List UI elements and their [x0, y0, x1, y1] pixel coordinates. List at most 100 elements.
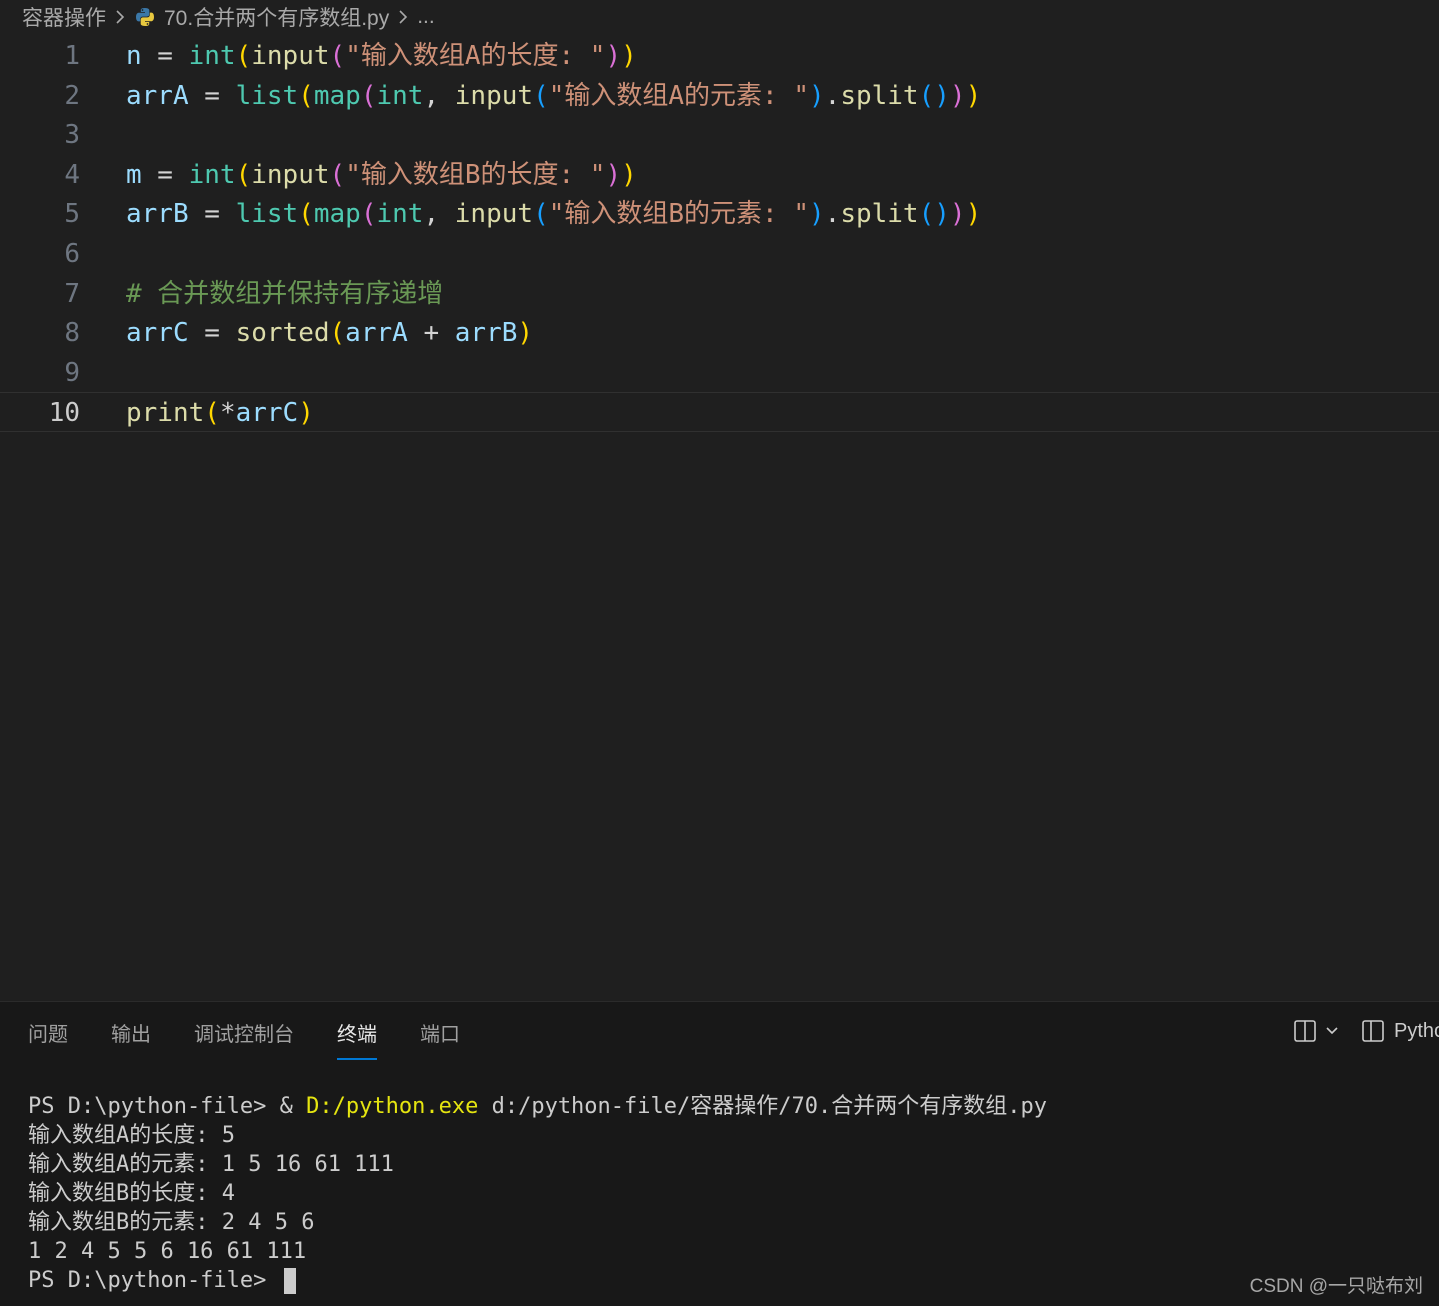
- terminal-cursor: [283, 1268, 296, 1294]
- code-token: (): [918, 199, 950, 230]
- tab-output[interactable]: 输出: [111, 1020, 151, 1058]
- line-number: 5: [64, 199, 80, 230]
- code-token: "输入数组B的元素: ": [548, 199, 809, 230]
- breadcrumb-file[interactable]: 70.合并两个有序数组.py: [164, 2, 389, 32]
- code-line[interactable]: 10 print(*arrC): [0, 392, 1439, 433]
- code-token: m: [126, 159, 142, 190]
- line-number: 9: [64, 357, 80, 388]
- panel-actions: Pytho: [1292, 1018, 1439, 1044]
- code-token: int: [376, 199, 424, 230]
- breadcrumb-folder[interactable]: 容器操作: [22, 2, 106, 32]
- code-token: (: [533, 80, 549, 111]
- terminal-line: 输入数组A的元素: 1 5 16 61 111: [28, 1152, 394, 1177]
- line-number: 2: [64, 80, 80, 111]
- python-file-icon: [134, 6, 156, 28]
- code-line[interactable]: 7 # 合并数组并保持有序递增: [0, 274, 1439, 314]
- code-token: input: [251, 41, 330, 71]
- code-line[interactable]: 3: [0, 115, 1439, 155]
- code-token: .: [824, 199, 841, 230]
- code-token: (: [298, 199, 314, 230]
- code-line[interactable]: 9: [0, 353, 1439, 393]
- terminal-panel-icon[interactable]: [1360, 1018, 1386, 1044]
- terminal-line: 输入数组B的长度: 4: [28, 1181, 235, 1206]
- chevron-right-icon: [393, 9, 413, 25]
- code-token: ): [517, 318, 534, 349]
- code-token: ): [621, 159, 637, 190]
- terminal-command-line: PS D:\python-file> & D:/python.exe d:/py…: [28, 1092, 1428, 1121]
- code-token: (: [329, 318, 346, 349]
- terminal-output[interactable]: PS D:\python-file> & D:/python.exe d:/py…: [28, 1092, 1428, 1295]
- code-token: int: [188, 41, 236, 71]
- tab-terminal[interactable]: 终端: [337, 1020, 377, 1060]
- line-number: 1: [64, 41, 80, 71]
- line-number: 10: [48, 398, 80, 429]
- bottom-panel: 问题 输出 调试控制台 终端 端口 Pytho PS D:\python-fil…: [0, 1001, 1439, 1306]
- code-token: (: [360, 80, 377, 111]
- code-token: (: [533, 199, 549, 230]
- code-token: list: [235, 80, 299, 111]
- tab-problems[interactable]: 问题: [28, 1020, 68, 1058]
- code-token: input: [251, 159, 330, 190]
- code-token: =: [141, 159, 189, 190]
- code-line[interactable]: 8 arrC = sorted(arrA + arrB): [0, 313, 1439, 353]
- code-token: (: [329, 41, 346, 71]
- code-text: arrC = sorted(arrA + arrB): [126, 313, 533, 353]
- tab-debug-console[interactable]: 调试控制台: [194, 1020, 294, 1058]
- breadcrumb-more[interactable]: ...: [417, 5, 435, 29]
- code-editor[interactable]: 1n = int(input("输入数组A的长度: ")) 2 arrA = lis…: [0, 36, 1439, 1001]
- terminal-instance-label[interactable]: Pytho: [1394, 1020, 1439, 1043]
- code-token: =: [188, 318, 236, 349]
- code-text: print(*arrC): [126, 393, 314, 433]
- code-token: ): [621, 41, 637, 71]
- split-panel-icon[interactable]: [1292, 1018, 1318, 1044]
- code-line[interactable]: 5 arrB = list(map(int, input("输入数组B的元素: "…: [0, 194, 1439, 234]
- terminal-prompt-line: PS D:\python-file>: [28, 1266, 1428, 1295]
- code-token: arrB: [126, 199, 189, 230]
- code-token: "输入数组B的长度: ": [345, 159, 606, 190]
- code-token: n: [126, 41, 142, 71]
- code-token: (: [298, 80, 314, 111]
- code-token: map: [313, 80, 361, 111]
- code-token: ): [809, 199, 825, 230]
- code-text: n = int(input("输入数组A的长度: ")): [126, 36, 637, 76]
- code-token: =: [188, 80, 236, 111]
- code-token: *: [219, 398, 236, 429]
- code-token: sorted: [235, 318, 330, 349]
- terminal-line: 1 2 4 5 5 6 16 61 111: [28, 1239, 307, 1264]
- code-token: print: [126, 398, 205, 429]
- tab-ports[interactable]: 端口: [420, 1020, 460, 1058]
- code-line[interactable]: 4m = int(input("输入数组B的长度: ")): [0, 155, 1439, 195]
- line-number: 3: [64, 120, 80, 151]
- code-token: ): [605, 159, 622, 190]
- code-token: arrC: [126, 318, 189, 349]
- breadcrumb: 容器操作 70.合并两个有序数组.py ...: [0, 0, 1439, 34]
- code-token: ): [605, 41, 622, 71]
- code-line[interactable]: 1n = int(input("输入数组A的长度: ")): [0, 36, 1439, 76]
- code-token: input: [454, 80, 534, 111]
- code-token: ): [949, 80, 966, 111]
- code-token: (: [329, 159, 346, 190]
- code-token: arrC: [235, 398, 299, 429]
- code-token: .: [824, 80, 841, 111]
- chevron-right-icon: [110, 9, 130, 25]
- code-line[interactable]: 2 arrA = list(map(int, input("输入数组A的元素: "…: [0, 76, 1439, 116]
- code-token: split: [840, 80, 919, 111]
- panel-tabs: 问题 输出 调试控制台 终端 端口: [28, 1020, 503, 1060]
- code-token: (: [360, 199, 377, 230]
- code-text: arrA = list(map(int, input("输入数组A的元素: ")…: [126, 76, 981, 116]
- code-token: arrA: [126, 80, 189, 111]
- terminal-prompt: PS D:\python-file>: [28, 1268, 280, 1293]
- code-token: arrA: [345, 318, 408, 349]
- code-token: int: [188, 159, 236, 190]
- code-token: ,: [423, 80, 455, 111]
- code-token: =: [188, 199, 236, 230]
- terminal-args: d:/python-file/容器操作/70.合并两个有序数组.py: [478, 1094, 1047, 1119]
- code-token: (: [235, 159, 252, 190]
- code-token: ): [965, 199, 982, 230]
- code-line[interactable]: 6: [0, 234, 1439, 274]
- chevron-down-icon[interactable]: [1324, 1023, 1340, 1039]
- code-token: split: [840, 199, 919, 230]
- terminal-line: 输入数组A的长度: 5: [28, 1123, 235, 1148]
- code-token: arrB: [454, 318, 518, 349]
- line-number: 4: [64, 159, 80, 190]
